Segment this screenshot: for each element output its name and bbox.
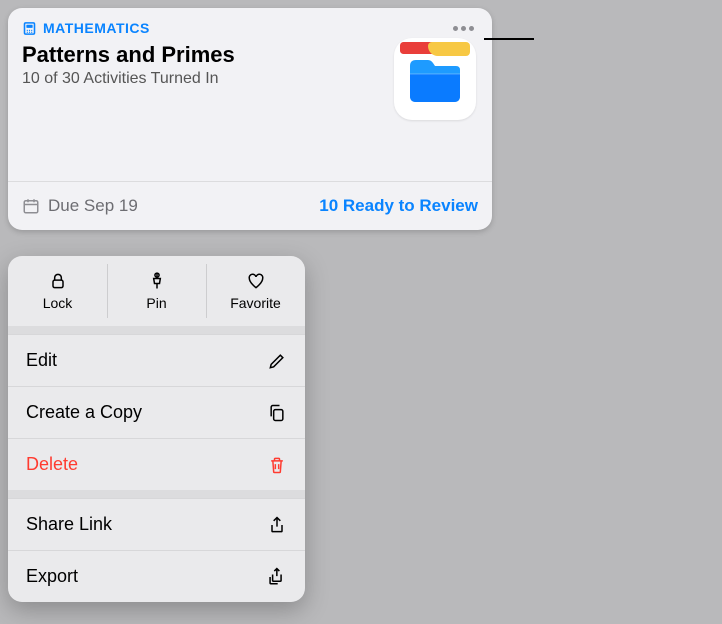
export-label: Export: [26, 566, 78, 587]
lock-label: Lock: [43, 295, 73, 311]
assignment-subtitle: 10 of 30 Activities Turned In: [22, 70, 235, 88]
lock-icon: [48, 271, 68, 291]
card-footer: Due Sep 19 10 Ready to Review: [8, 181, 492, 230]
callout-line: [484, 38, 534, 40]
heart-icon: [246, 271, 266, 291]
pin-button[interactable]: Pin: [107, 256, 206, 326]
files-app-icon: [394, 38, 476, 120]
ready-to-review-link[interactable]: 10 Ready to Review: [319, 196, 478, 216]
favorite-button[interactable]: Favorite: [206, 256, 305, 326]
subject-icon: [22, 21, 37, 36]
card-text-block: Patterns and Primes 10 of 30 Activities …: [22, 42, 235, 120]
share-link-menu-item[interactable]: Share Link: [8, 498, 305, 550]
due-date: Due Sep 19: [22, 196, 138, 216]
create-copy-menu-item[interactable]: Create a Copy: [8, 386, 305, 438]
pin-icon: [147, 271, 167, 291]
calendar-icon: [22, 197, 40, 215]
favorite-label: Favorite: [230, 295, 281, 311]
edit-menu-item[interactable]: Edit: [8, 334, 305, 386]
delete-label: Delete: [26, 454, 78, 475]
card-header: MATHEMATICS: [8, 8, 492, 36]
copy-icon: [267, 403, 287, 423]
trash-icon: [267, 455, 287, 475]
edit-label: Edit: [26, 350, 57, 371]
due-text: Due Sep 19: [48, 196, 138, 216]
subject-label: MATHEMATICS: [22, 20, 150, 36]
share-icon: [267, 515, 287, 535]
assignment-title: Patterns and Primes: [22, 42, 235, 68]
menu-top-row: Lock Pin Favorite: [8, 256, 305, 326]
share-label: Share Link: [26, 514, 112, 535]
assignment-card[interactable]: MATHEMATICS Patterns and Primes 10 of 30…: [8, 8, 492, 230]
lock-button[interactable]: Lock: [8, 256, 107, 326]
menu-separator: [8, 326, 305, 334]
more-button[interactable]: [449, 22, 478, 35]
export-icon: [265, 566, 287, 588]
menu-separator-2: [8, 490, 305, 498]
copy-label: Create a Copy: [26, 402, 142, 423]
export-menu-item[interactable]: Export: [8, 550, 305, 602]
pencil-icon: [267, 351, 287, 371]
card-body: Patterns and Primes 10 of 30 Activities …: [8, 36, 492, 120]
subject-text: MATHEMATICS: [43, 20, 150, 36]
context-menu: Lock Pin Favorite Edit: [8, 256, 305, 602]
delete-menu-item[interactable]: Delete: [8, 438, 305, 490]
pin-label: Pin: [146, 295, 166, 311]
